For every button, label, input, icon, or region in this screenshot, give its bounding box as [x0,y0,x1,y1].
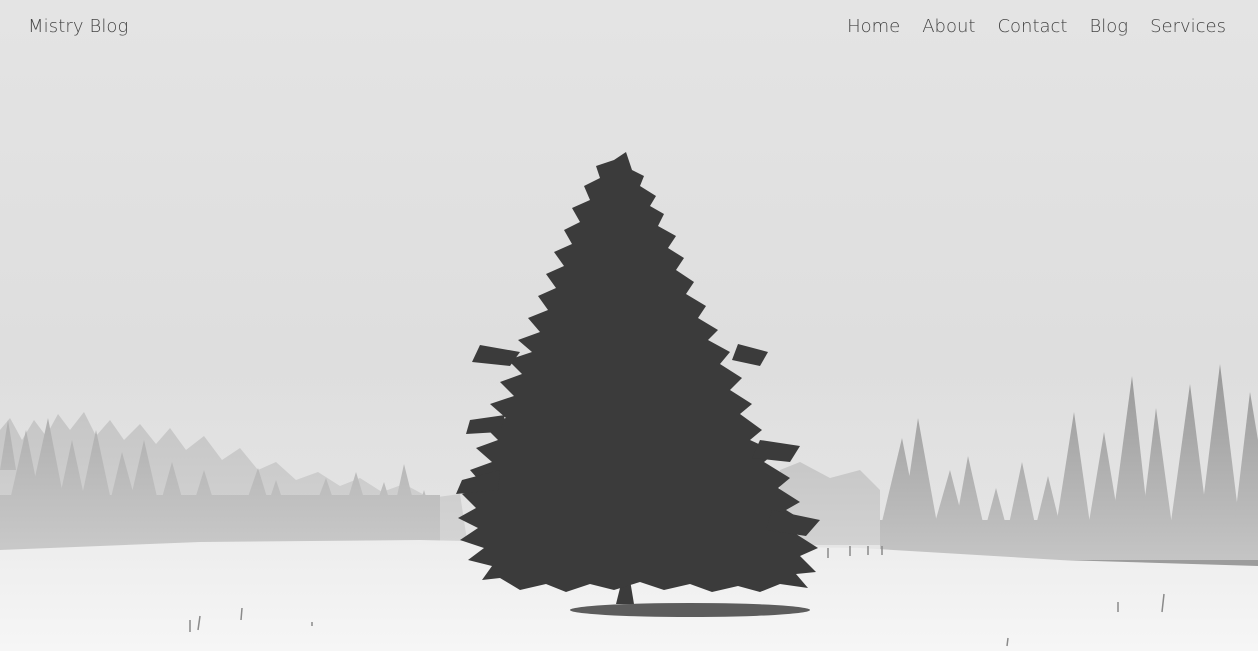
top-navigation-bar: Mistry Blog Home About Contact Blog Serv… [0,0,1258,58]
nav-item-blog: Blog [1089,16,1128,37]
nav-item-about: About [922,16,975,37]
main-nav: Home About Contact Blog Services [847,16,1226,37]
foggy-landscape-illustration [0,0,1258,651]
nav-link-about[interactable]: About [922,16,975,37]
nav-link-contact[interactable]: Contact [997,16,1067,37]
site-brand-link[interactable]: Mistry Blog [28,16,128,37]
nav-link-services[interactable]: Services [1150,16,1226,37]
nav-item-contact: Contact [997,16,1067,37]
nav-item-services: Services [1150,16,1226,37]
hero-image [0,0,1258,651]
nav-link-blog[interactable]: Blog [1089,16,1128,37]
nav-link-home[interactable]: Home [847,16,900,37]
nav-item-home: Home [847,16,900,37]
